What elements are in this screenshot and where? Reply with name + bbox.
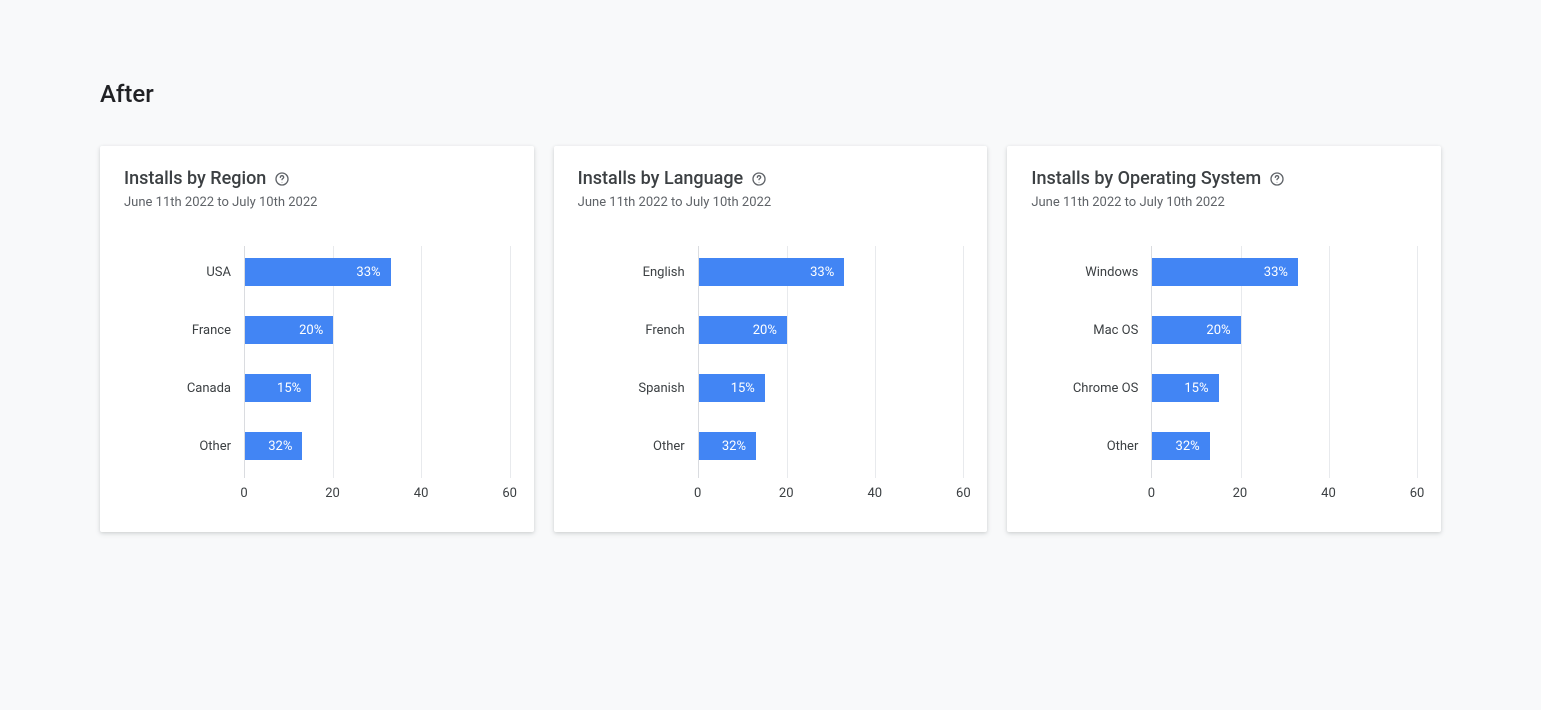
- x-tick: 20: [1233, 486, 1248, 501]
- x-axis: 0 20 40 60: [244, 478, 510, 508]
- card-title: Installs by Operating System: [1031, 168, 1261, 189]
- bar-value: 33%: [356, 265, 380, 280]
- cards-row: Installs by Region June 11th 2022 to Jul…: [100, 146, 1441, 532]
- plot-area: USA 33% France 20% Canada 15% Other 32%: [244, 246, 510, 478]
- gridline: [963, 246, 964, 478]
- x-tick: 40: [867, 486, 882, 501]
- plot-area: English 33% French 20% Spanish 15% Other…: [698, 246, 964, 478]
- x-tick: 0: [694, 486, 701, 501]
- category-label: Other: [1042, 439, 1152, 454]
- chart-region: USA 33% France 20% Canada 15% Other 32% …: [124, 246, 510, 508]
- x-tick: 60: [502, 486, 517, 501]
- bar-row: USA 33%: [245, 258, 510, 286]
- help-icon[interactable]: [1269, 171, 1285, 187]
- card-title: Installs by Language: [578, 168, 744, 189]
- x-tick: 60: [956, 486, 971, 501]
- bar-value: 32%: [722, 439, 746, 454]
- card-subtitle: June 11th 2022 to July 10th 2022: [578, 195, 964, 210]
- card-subtitle: June 11th 2022 to July 10th 2022: [1031, 195, 1417, 210]
- bar: 32%: [1152, 432, 1209, 460]
- x-tick: 20: [779, 486, 794, 501]
- category-label: English: [589, 265, 699, 280]
- bar-row: Other 32%: [245, 432, 510, 460]
- bar: 15%: [699, 374, 765, 402]
- bar-value: 15%: [731, 381, 755, 396]
- x-tick: 20: [325, 486, 340, 501]
- bar-row: Other 32%: [699, 432, 964, 460]
- category-label: Other: [135, 439, 245, 454]
- x-tick: 40: [414, 486, 429, 501]
- card-subtitle: June 11th 2022 to July 10th 2022: [124, 195, 510, 210]
- card-header: Installs by Language: [578, 168, 964, 189]
- bar: 15%: [1152, 374, 1218, 402]
- bar-value: 20%: [753, 323, 777, 338]
- category-label: France: [135, 323, 245, 338]
- category-label: Windows: [1042, 265, 1152, 280]
- bar-value: 15%: [1184, 381, 1208, 396]
- help-icon[interactable]: [274, 171, 290, 187]
- bar-value: 33%: [810, 265, 834, 280]
- chart-os: Windows 33% Mac OS 20% Chrome OS 15% Oth…: [1031, 246, 1417, 508]
- category-label: Chrome OS: [1042, 381, 1152, 396]
- bar: 33%: [699, 258, 845, 286]
- x-axis: 0 20 40 60: [698, 478, 964, 508]
- card-header: Installs by Region: [124, 168, 510, 189]
- x-tick: 0: [1148, 486, 1155, 501]
- card-os: Installs by Operating System June 11th 2…: [1007, 146, 1441, 532]
- bar: 32%: [699, 432, 756, 460]
- bar-value: 20%: [299, 323, 323, 338]
- page-title: After: [100, 80, 1441, 108]
- bar-value: 20%: [1206, 323, 1230, 338]
- gridline: [1417, 246, 1418, 478]
- bar: 33%: [1152, 258, 1298, 286]
- bar-row: France 20%: [245, 316, 510, 344]
- bar-row: Chrome OS 15%: [1152, 374, 1417, 402]
- x-axis: 0 20 40 60: [1151, 478, 1417, 508]
- category-label: French: [589, 323, 699, 338]
- bar-value: 32%: [268, 439, 292, 454]
- bar-row: French 20%: [699, 316, 964, 344]
- bar-row: Canada 15%: [245, 374, 510, 402]
- bar: 20%: [699, 316, 787, 344]
- bar: 15%: [245, 374, 311, 402]
- category-label: Other: [589, 439, 699, 454]
- card-region: Installs by Region June 11th 2022 to Jul…: [100, 146, 534, 532]
- bar: 20%: [245, 316, 333, 344]
- card-language: Installs by Language June 11th 2022 to J…: [554, 146, 988, 532]
- bar-value: 15%: [277, 381, 301, 396]
- x-tick: 0: [240, 486, 247, 501]
- plot-area: Windows 33% Mac OS 20% Chrome OS 15% Oth…: [1151, 246, 1417, 478]
- bar-row: Windows 33%: [1152, 258, 1417, 286]
- bar-row: Spanish 15%: [699, 374, 964, 402]
- bar-row: Mac OS 20%: [1152, 316, 1417, 344]
- bar-value: 33%: [1264, 265, 1288, 280]
- category-label: Spanish: [589, 381, 699, 396]
- bar-row: English 33%: [699, 258, 964, 286]
- x-tick: 40: [1321, 486, 1336, 501]
- chart-language: English 33% French 20% Spanish 15% Other…: [578, 246, 964, 508]
- gridline: [510, 246, 511, 478]
- category-label: Mac OS: [1042, 323, 1152, 338]
- x-tick: 60: [1410, 486, 1425, 501]
- card-title: Installs by Region: [124, 168, 266, 189]
- category-label: Canada: [135, 381, 245, 396]
- bar: 32%: [245, 432, 302, 460]
- help-icon[interactable]: [751, 171, 767, 187]
- card-header: Installs by Operating System: [1031, 168, 1417, 189]
- bar-row: Other 32%: [1152, 432, 1417, 460]
- bar-value: 32%: [1176, 439, 1200, 454]
- bar: 33%: [245, 258, 391, 286]
- bar: 20%: [1152, 316, 1240, 344]
- category-label: USA: [135, 265, 245, 280]
